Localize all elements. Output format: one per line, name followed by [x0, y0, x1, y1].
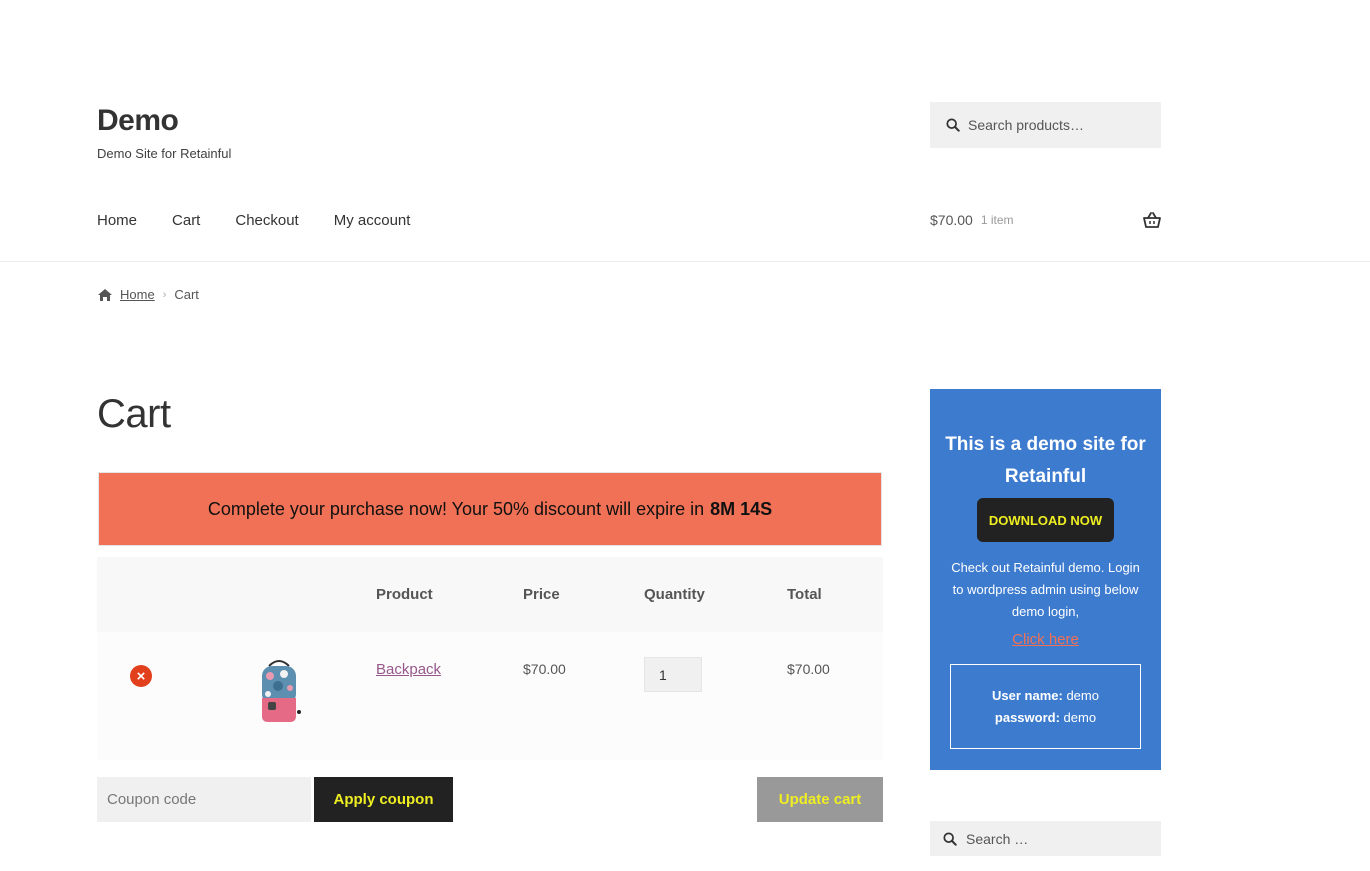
- nav-my-account[interactable]: My account: [334, 212, 411, 229]
- password-line: password: demo: [951, 707, 1140, 729]
- breadcrumb-home[interactable]: Home: [120, 287, 155, 302]
- coupon-code-input[interactable]: [97, 777, 311, 822]
- cart-amount: $70.00: [930, 212, 973, 228]
- apply-coupon-button[interactable]: Apply coupon: [314, 777, 453, 822]
- header-divider: [0, 261, 1370, 262]
- cart-table: Product Price Quantity Total × Backpack …: [97, 557, 883, 760]
- cart-table-header: Product Price Quantity Total: [97, 557, 883, 632]
- nav-checkout[interactable]: Checkout: [235, 212, 298, 229]
- countdown-banner: Complete your purchase now! Your 50% dis…: [98, 472, 882, 546]
- site-description: Demo Site for Retainful: [97, 146, 232, 161]
- search-icon: [946, 118, 960, 132]
- chevron-right-icon: ›: [162, 288, 167, 301]
- header-product: Product: [376, 586, 433, 603]
- breadcrumb-current: Cart: [174, 287, 199, 302]
- promo-title: This is a demo site for Retainful: [945, 434, 1146, 487]
- product-link[interactable]: Backpack: [376, 661, 441, 678]
- username-line: User name: demo: [951, 685, 1140, 707]
- demo-promo-widget: This is a demo site for Retainful DOWNLO…: [930, 389, 1161, 770]
- site-title[interactable]: Demo: [97, 104, 231, 138]
- primary-navigation: Home Cart Checkout My account: [97, 212, 445, 229]
- header-price: Price: [523, 586, 560, 603]
- header-cart[interactable]: $70.00 1 item: [930, 212, 1161, 228]
- home-icon: [98, 288, 112, 301]
- cart-item-row: × Backpack $70.00 $70.00: [97, 632, 883, 760]
- sidebar-search: [930, 821, 1161, 856]
- page-title: Cart: [97, 392, 171, 436]
- basket-icon: [1143, 212, 1161, 228]
- promo-text: Check out Retainful demo. Login to wordp…: [951, 560, 1140, 619]
- credentials-box: User name: demo password: demo: [950, 664, 1141, 749]
- update-cart-button[interactable]: Update cart: [757, 777, 883, 822]
- username-value: demo: [1066, 688, 1099, 703]
- product-search-input[interactable]: [968, 117, 1148, 133]
- countdown-timer: 8M 14S: [710, 498, 773, 519]
- header-quantity: Quantity: [644, 586, 705, 603]
- backpack-product-image[interactable]: [254, 658, 304, 728]
- header-total: Total: [787, 586, 822, 603]
- search-icon: [943, 831, 957, 846]
- password-label: password:: [994, 710, 1060, 725]
- quantity-input[interactable]: [644, 657, 702, 692]
- sidebar-search-input[interactable]: [966, 830, 1146, 847]
- remove-item-button[interactable]: ×: [130, 665, 152, 687]
- click-here-link[interactable]: Click here: [930, 631, 1161, 648]
- cart-count: 1 item: [980, 213, 1014, 227]
- site-branding: Demo Demo Site for Retainful: [97, 104, 231, 161]
- countdown-message: Complete your purchase now! Your 50% dis…: [207, 498, 705, 519]
- password-value: demo: [1063, 710, 1097, 725]
- download-now-button[interactable]: DOWNLOAD NOW: [977, 498, 1114, 542]
- header-search: [930, 102, 1161, 148]
- nav-home[interactable]: Home: [97, 212, 137, 229]
- item-total: $70.00: [787, 661, 830, 677]
- breadcrumb: Home › Cart: [97, 287, 199, 302]
- item-price: $70.00: [523, 661, 566, 677]
- nav-cart[interactable]: Cart: [172, 212, 200, 229]
- username-label: User name:: [992, 688, 1063, 703]
